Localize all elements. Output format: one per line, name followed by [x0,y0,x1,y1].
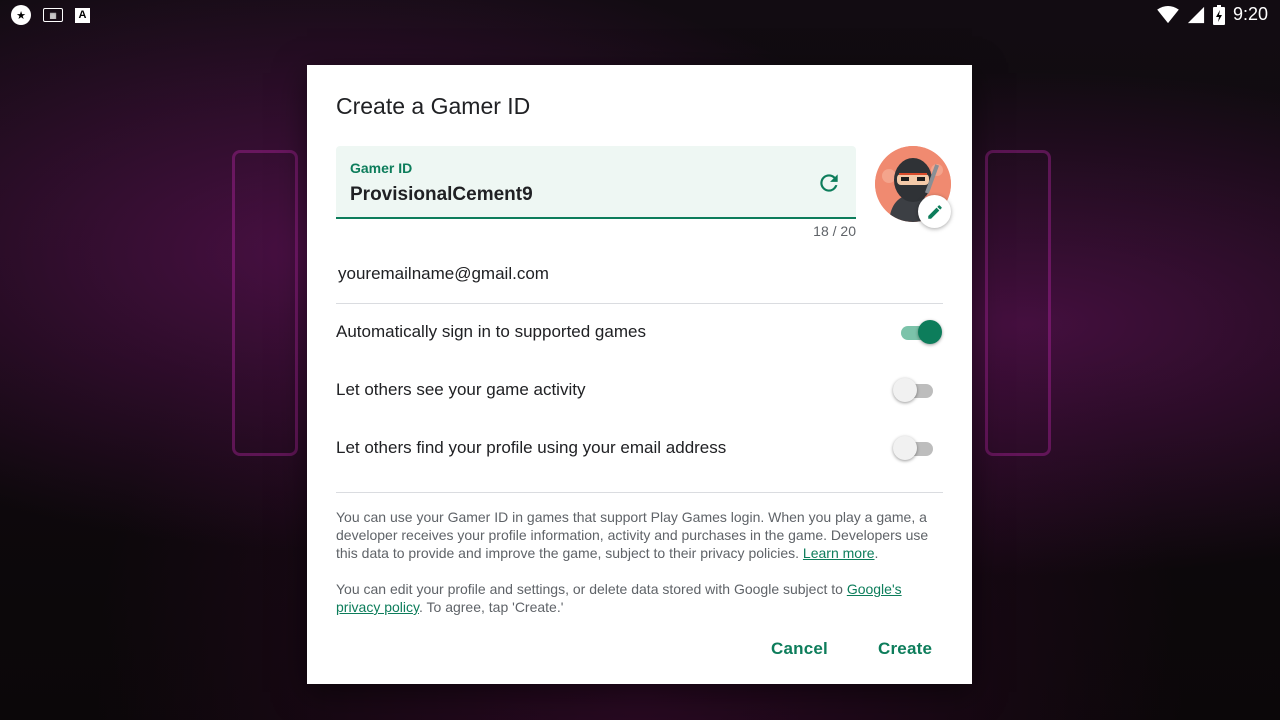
game-frame-left [232,150,298,456]
account-email: youremailname@gmail.com [338,264,549,283]
game-activity-toggle[interactable] [893,378,933,402]
info-text: You can edit your profile and settings, … [336,581,847,597]
divider [336,303,943,304]
gamer-id-input[interactable]: ProvisionalCement9 [350,184,533,206]
signal-icon [1187,6,1205,23]
edit-avatar-button[interactable] [918,195,951,228]
toggle-knob [918,320,942,344]
setting-label: Automatically sign in to supported games [336,322,646,341]
divider [336,492,943,493]
auto-sign-in-toggle[interactable] [901,320,942,344]
setting-game-activity: Let others see your game activity [336,376,943,406]
status-bar: ★ ▦ A 9:20 [0,0,1280,30]
gamer-id-label: Gamer ID [350,160,413,176]
create-gamer-id-dialog: Create a Gamer ID Gamer ID ProvisionalCe… [307,65,972,684]
setting-label: Let others find your profile using your … [336,438,727,457]
char-count: 18 / 20 [813,223,856,239]
toggle-knob [893,378,917,402]
setting-label: Let others see your game activity [336,380,586,399]
game-frame-right [985,150,1051,456]
info-text-end: . [874,545,879,561]
wifi-icon [1157,5,1179,23]
info-paragraph-profile: You can use your Gamer ID in games that … [336,508,946,562]
refresh-icon[interactable] [816,170,842,196]
toggle-knob [893,436,917,460]
dialog-title: Create a Gamer ID [336,93,531,119]
keyboard-icon: ▦ [43,8,63,22]
app-a-icon: A [75,7,90,23]
clock: 9:20 [1232,4,1268,24]
notification-star-icon: ★ [11,5,31,25]
find-by-email-toggle[interactable] [893,436,933,460]
gamer-id-field[interactable]: Gamer ID ProvisionalCement9 [336,146,856,219]
edit-pencil-icon [927,204,942,219]
setting-auto-sign-in: Automatically sign in to supported games [336,318,943,348]
learn-more-link[interactable]: Learn more [803,545,875,561]
info-paragraph-privacy: You can edit your profile and settings, … [336,580,946,616]
setting-find-by-email: Let others find your profile using your … [336,434,943,464]
battery-icon [1212,4,1225,25]
create-button[interactable]: Create [878,639,932,659]
cancel-button[interactable]: Cancel [771,639,828,659]
info-text-end: . To agree, tap 'Create.' [419,599,564,615]
